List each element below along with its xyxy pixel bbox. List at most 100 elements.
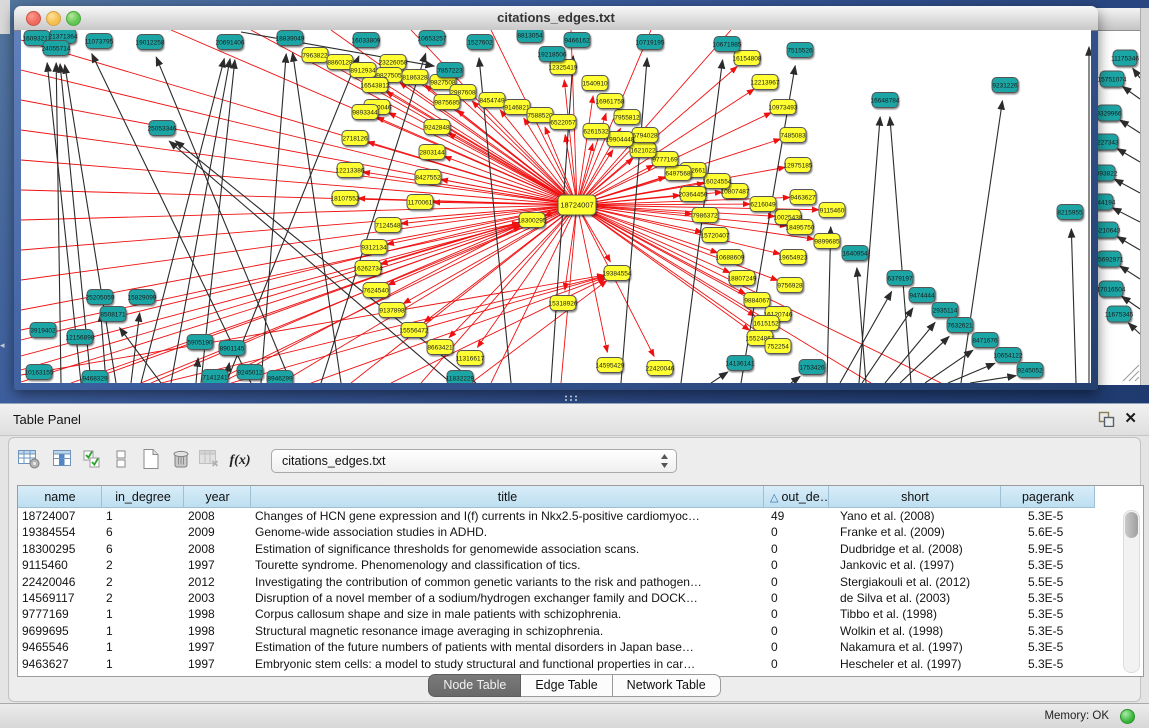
column-header-name[interactable]: name [18, 486, 102, 508]
graph-node[interactable]: 20691406 [216, 35, 245, 50]
graph-node[interactable]: 6379197 [887, 271, 913, 286]
graph-node[interactable]: 7632621 [947, 318, 973, 333]
graph-node[interactable]: 24055714 [42, 41, 71, 56]
graph-node[interactable]: 752254 [765, 339, 791, 354]
graph-node[interactable]: 9329966 [1096, 105, 1122, 121]
table-vertical-scrollbar[interactable] [1123, 510, 1140, 673]
network-canvas[interactable]: 7963822886012889129342322605898275051654… [21, 30, 1091, 383]
graph-node[interactable]: 6522057 [550, 115, 576, 130]
select-all-rows-button[interactable] [79, 447, 107, 474]
graph-node[interactable]: 19384554 [603, 266, 632, 281]
graph-node[interactable]: 25053346 [148, 121, 177, 136]
table-row[interactable]: 1456911722003Disruption of a novel membe… [18, 590, 1121, 606]
graph-node[interactable]: 12975185 [784, 158, 813, 173]
table-row[interactable]: 1872400712008Changes of HCN gene express… [18, 508, 1121, 524]
graph-node[interactable]: 6794028 [632, 128, 658, 143]
graph-node[interactable]: 8946299 [267, 371, 293, 384]
graph-node[interactable]: 7515526 [787, 43, 813, 58]
graph-node[interactable]: 18807249 [728, 271, 757, 286]
graph-node[interactable]: 6216049 [750, 197, 776, 212]
graph-node[interactable]: 7124548 [375, 218, 401, 233]
tab-network-table[interactable]: Network Table [613, 674, 721, 697]
graph-node[interactable]: 19654923 [779, 250, 808, 265]
graph-node[interactable]: 5905190 [187, 335, 213, 350]
graph-node[interactable]: 1753426 [799, 360, 825, 375]
column-header-title[interactable]: title [251, 486, 764, 508]
graph-node[interactable]: 16154808 [733, 51, 762, 66]
column-header-out_de[interactable]: △out_de… [764, 486, 829, 508]
graph-node[interactable]: 15720407 [701, 228, 730, 243]
graph-node[interactable]: 10688609 [716, 250, 745, 265]
graph-node[interactable]: 15556472 [400, 323, 429, 338]
scrollbar-thumb[interactable] [1125, 512, 1138, 538]
graph-node[interactable]: 9899685 [814, 234, 840, 249]
graph-node[interactable]: 19904448 [606, 132, 635, 147]
window-resize-grip[interactable] [1123, 365, 1139, 381]
graph-node[interactable]: 8508171 [100, 307, 126, 322]
float-panel-icon[interactable] [1098, 411, 1115, 432]
graph-node[interactable]: 2803144 [419, 145, 445, 160]
graph-node[interactable]: 8427552 [415, 170, 441, 185]
graph-node[interactable]: 12213386 [336, 163, 365, 178]
graph-node[interactable]: 15751074 [1098, 71, 1127, 87]
graph-node[interactable]: 8471676 [972, 333, 998, 348]
graph-node[interactable]: 18107552 [331, 191, 360, 206]
graph-node[interactable]: 8186328 [402, 70, 428, 85]
graph-node[interactable]: 8813054 [517, 30, 543, 43]
graph-node[interactable]: 19012258 [136, 35, 165, 50]
graph-node[interactable]: 9231226 [992, 78, 1018, 93]
graph-node[interactable]: 9146821 [504, 100, 530, 115]
graph-node[interactable]: 11175346 [1111, 50, 1139, 66]
table-row[interactable]: 969969511998Structural magnetic resonanc… [18, 623, 1121, 639]
graph-node[interactable]: 11073795 [85, 34, 114, 49]
graph-node[interactable]: 10653257 [418, 31, 447, 46]
graph-node[interactable]: 8860128 [327, 55, 353, 70]
graph-node[interactable]: 9875685 [434, 95, 460, 110]
unselect-all-rows-button[interactable] [107, 447, 135, 474]
graph-node[interactable]: 1640954 [842, 246, 868, 261]
graph-node[interactable]: 9245052 [1017, 363, 1043, 378]
table-selector-dropdown[interactable]: citations_edges.txt [271, 449, 677, 473]
graph-node[interactable]: 9466162 [564, 33, 590, 48]
new-table-button[interactable] [137, 447, 165, 474]
network-window-titlebar[interactable]: citations_edges.txt [14, 6, 1098, 31]
graph-node[interactable]: 8901145 [219, 341, 245, 356]
column-header-pagerank[interactable]: pagerank [1001, 486, 1095, 508]
table-row[interactable]: 1938455462009Genome-wide association stu… [18, 524, 1121, 540]
graph-node[interactable]: 14136141 [726, 356, 755, 371]
graph-node[interactable]: 10973493 [769, 100, 798, 115]
graph-node[interactable]: 17016504 [1097, 281, 1126, 297]
graph-node[interactable]: 16543812 [361, 78, 390, 93]
graph-node[interactable]: 1527602 [467, 35, 493, 50]
graph-node[interactable]: 9242848 [424, 120, 450, 135]
graph-node[interactable]: 16024554 [703, 174, 732, 189]
function-builder-button[interactable]: f(x) [224, 447, 256, 474]
graph-node[interactable]: 7963822 [302, 48, 328, 63]
tab-node-table[interactable]: Node Table [428, 674, 521, 697]
graph-node[interactable]: 8454749 [479, 93, 505, 108]
graph-node[interactable]: 9468329 [82, 371, 108, 384]
graph-node[interactable]: 12156898 [66, 330, 95, 345]
graph-node[interactable]: 7485083 [780, 128, 806, 143]
column-header-year[interactable]: year [184, 486, 251, 508]
graph-node[interactable]: 6497568 [665, 166, 691, 181]
graph-node[interactable]: 2718126 [342, 131, 368, 146]
graph-node[interactable]: 9312134 [361, 240, 387, 255]
splitter-handle[interactable] [563, 394, 579, 402]
graph-node[interactable]: 18300295 [518, 213, 547, 228]
graph-node[interactable]: 1615152 [753, 316, 779, 331]
graph-node[interactable]: 12213967 [751, 75, 780, 90]
graph-node[interactable]: 8663421 [427, 340, 453, 355]
close-panel-icon[interactable]: ✕ [1124, 409, 1137, 427]
graph-node[interactable]: 1621022 [630, 143, 656, 158]
graph-node[interactable]: 18495750 [786, 220, 815, 235]
table-header-row[interactable]: namein_degreeyeartitle△out_de…shortpager… [18, 486, 1095, 508]
table-row[interactable]: 946554611997Estimation of the future num… [18, 639, 1121, 655]
graph-node[interactable]: 20364456 [679, 187, 708, 202]
table-body[interactable]: 1872400712008Changes of HCN gene express… [18, 508, 1121, 676]
background-window-scrollbar[interactable] [1140, 8, 1149, 385]
table-row[interactable]: 977716911998Corpus callosum shape and si… [18, 606, 1121, 622]
graph-node[interactable]: 7588520 [527, 108, 553, 123]
panel-collapse-arrow-icon[interactable]: ◂ [0, 338, 10, 352]
column-header-short[interactable]: short [829, 486, 1001, 508]
